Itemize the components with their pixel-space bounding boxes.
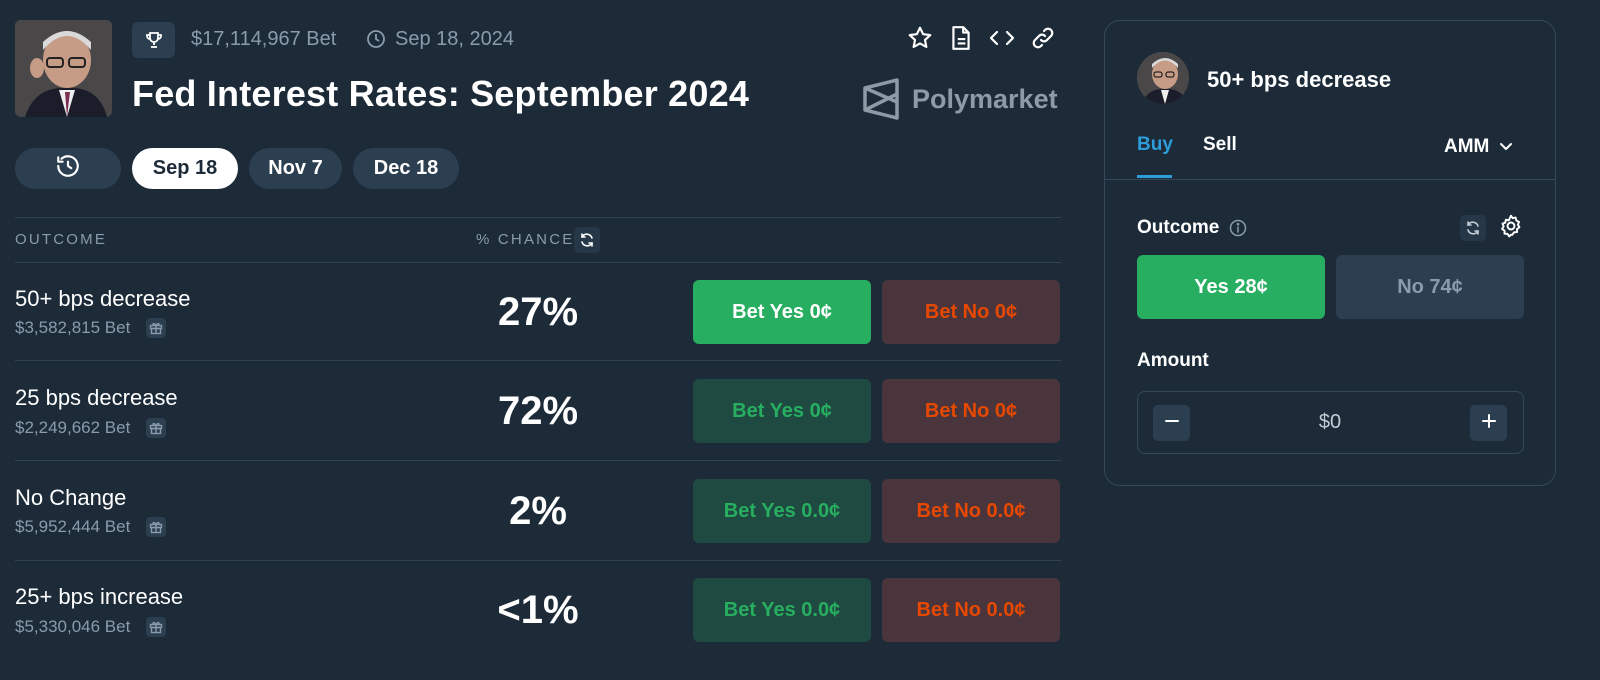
volume-text: $3,582,815 Bet xyxy=(15,318,131,337)
outcome-volume: $5,952,444 Bet xyxy=(15,517,167,537)
page-title: Fed Interest Rates: September 2024 xyxy=(132,73,750,114)
divider xyxy=(15,360,1061,361)
bet-yes-button[interactable]: Bet Yes 0¢ xyxy=(693,379,871,443)
gift-icon[interactable] xyxy=(146,418,167,438)
brand-name: Polymarket xyxy=(912,83,1058,114)
divider xyxy=(15,262,1061,263)
volume-text: $2,249,662 Bet xyxy=(15,418,131,437)
divider xyxy=(15,217,1061,218)
gift-icon[interactable] xyxy=(146,617,167,637)
chevron-down-icon xyxy=(1499,142,1513,152)
gift-icon[interactable] xyxy=(146,318,167,338)
gift-icon[interactable] xyxy=(146,517,167,537)
bet-yes-button[interactable]: Bet Yes 0.0¢ xyxy=(693,578,871,642)
star-icon[interactable] xyxy=(906,24,934,52)
gear-icon[interactable] xyxy=(1498,213,1524,244)
increment-button[interactable] xyxy=(1470,405,1507,441)
clock-icon xyxy=(366,29,386,54)
chance-value: 27% xyxy=(497,290,579,334)
outcome-yes-button[interactable]: Yes 28¢ xyxy=(1137,255,1325,319)
refresh-icon[interactable] xyxy=(574,227,600,253)
chance-value: <1% xyxy=(497,588,579,632)
outcome-volume: $3,582,815 Bet xyxy=(15,318,167,338)
outcome-volume: $5,330,046 Bet xyxy=(15,617,167,637)
mode-select-value: AMM xyxy=(1444,136,1490,157)
divider xyxy=(1105,179,1555,180)
divider xyxy=(15,460,1061,461)
link-icon[interactable] xyxy=(1029,24,1057,52)
tab-buy[interactable]: Buy xyxy=(1137,134,1173,156)
bet-no-button[interactable]: Bet No 0.0¢ xyxy=(882,479,1060,543)
total-volume: $17,114,967 Bet xyxy=(191,28,337,50)
refresh-icon[interactable] xyxy=(1460,215,1486,241)
mode-select[interactable]: AMM xyxy=(1444,136,1513,158)
panel-title: 50+ bps decrease xyxy=(1207,67,1392,92)
minus-icon xyxy=(1164,413,1180,434)
active-tab-indicator xyxy=(1137,175,1172,178)
tab-history[interactable] xyxy=(15,148,121,189)
polymarket-logo: Polymarket xyxy=(862,78,1058,120)
tab-sell[interactable]: Sell xyxy=(1203,134,1237,156)
column-header-chance: % CHANCE xyxy=(476,231,575,248)
plus-icon xyxy=(1481,413,1497,434)
code-icon[interactable] xyxy=(988,24,1016,52)
amount-input[interactable]: $0 xyxy=(1290,411,1370,434)
outcome-no-button[interactable]: No 74¢ xyxy=(1336,255,1524,319)
bet-no-button[interactable]: Bet No 0¢ xyxy=(882,379,1060,443)
volume-text: $5,330,046 Bet xyxy=(15,617,131,636)
trophy-icon xyxy=(132,22,175,58)
chance-value: 2% xyxy=(509,489,567,533)
column-header-outcome: OUTCOME xyxy=(15,231,108,248)
market-image xyxy=(15,20,112,117)
bet-no-button[interactable]: Bet No 0¢ xyxy=(882,280,1060,344)
outcome-label: Outcome xyxy=(1137,217,1220,238)
divider xyxy=(15,560,1061,561)
history-icon xyxy=(55,153,81,185)
tab-dec-18[interactable]: Dec 18 xyxy=(353,148,459,189)
decrement-button[interactable] xyxy=(1153,405,1190,441)
tab-sep-18[interactable]: Sep 18 xyxy=(132,148,238,189)
outcome-name[interactable]: 50+ bps decrease xyxy=(15,286,191,312)
amount-label: Amount xyxy=(1137,350,1209,371)
volume-text: $5,952,444 Bet xyxy=(15,517,131,536)
outcome-name[interactable]: 25 bps decrease xyxy=(15,385,178,411)
outcome-name[interactable]: 25+ bps increase xyxy=(15,584,183,610)
document-icon[interactable] xyxy=(947,24,975,52)
bet-yes-button[interactable]: Bet Yes 0.0¢ xyxy=(693,479,871,543)
chance-value: 72% xyxy=(497,389,579,433)
info-icon[interactable] xyxy=(1229,219,1247,242)
bet-yes-button[interactable]: Bet Yes 0¢ xyxy=(693,280,871,344)
outcome-volume: $2,249,662 Bet xyxy=(15,418,167,438)
end-date: Sep 18, 2024 xyxy=(395,28,514,50)
bet-no-button[interactable]: Bet No 0.0¢ xyxy=(882,578,1060,642)
outcome-avatar xyxy=(1137,52,1189,104)
tab-nov-7[interactable]: Nov 7 xyxy=(249,148,342,189)
outcome-name[interactable]: No Change xyxy=(15,485,126,511)
